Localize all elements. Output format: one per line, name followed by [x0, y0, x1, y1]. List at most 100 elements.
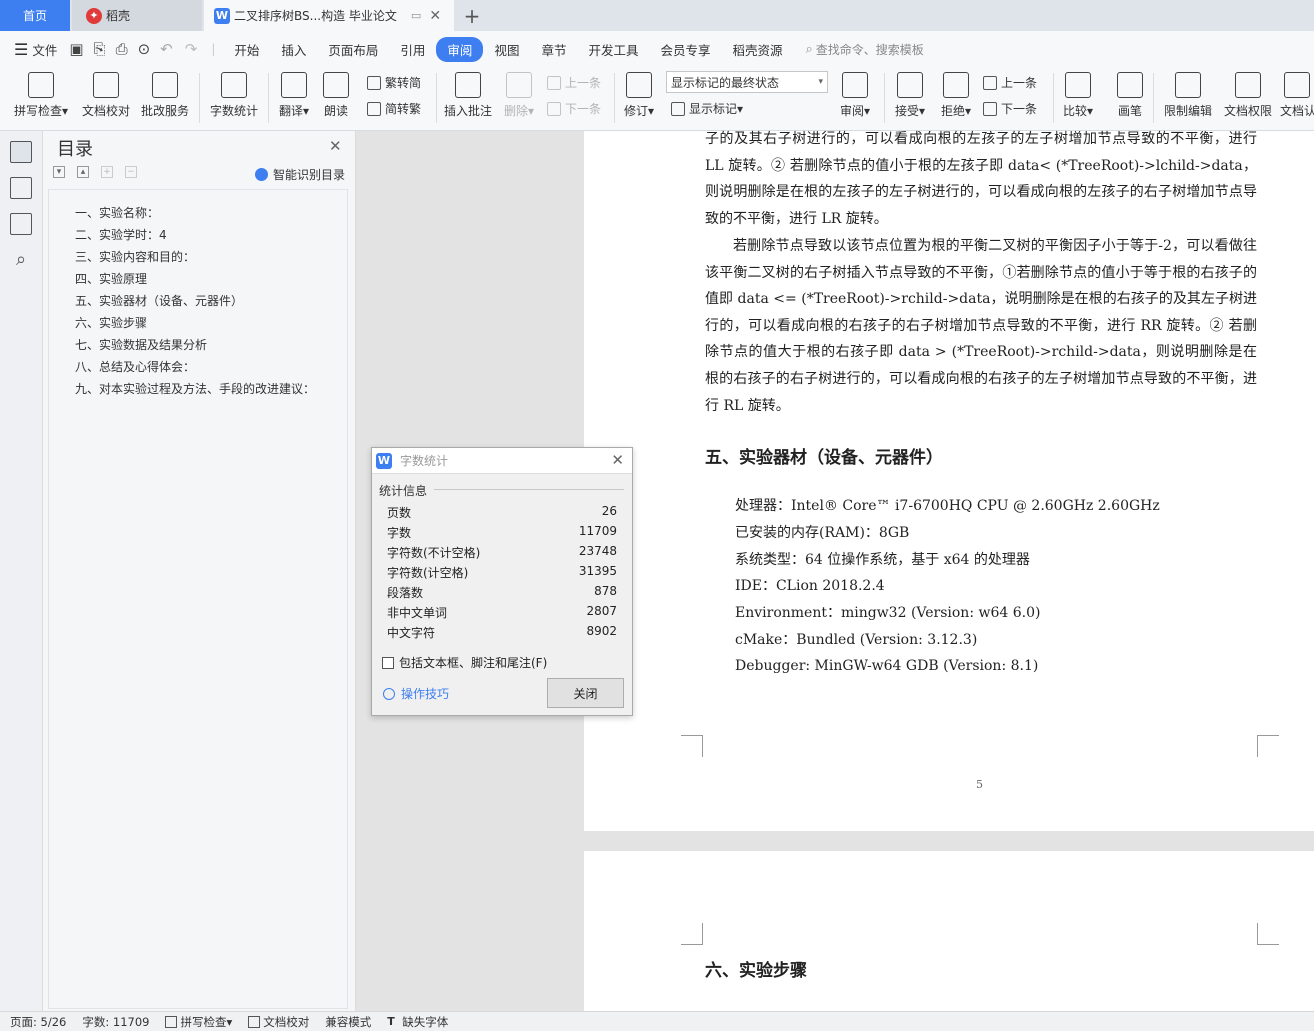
toc-item[interactable]: 三、实验内容和目的：	[49, 246, 347, 268]
tab-home[interactable]: 首页	[0, 0, 70, 31]
missing-font-label: 缺失字体	[402, 1014, 449, 1029]
menu-developer[interactable]: 开发工具	[577, 37, 649, 62]
spec-line[interactable]: 处理器：Intel® Core™ i7-6700HQ CPU @ 2.60GHz…	[735, 496, 1160, 516]
close-icon[interactable]: ✕	[429, 8, 441, 24]
next-comment-icon	[547, 101, 561, 116]
collapse-icon[interactable]: ▾	[53, 166, 65, 178]
toc-item[interactable]: 四、实验原理	[49, 268, 347, 290]
section-heading[interactable]: 五、实验器材（设备、元器件）	[705, 443, 943, 468]
menu-bar: ☰ 文件 ▣ ⎘ ⎙ ⊙ ↶ ↷ | 开始 插入 页面布局 引用 审阅 视图 章…	[0, 31, 1314, 67]
body-paragraph[interactable]: 子的及其右子树进行的，可以看成向根的左孩子的左子树增加节点导致的不平衡，进行 L…	[705, 126, 1257, 232]
tips-link[interactable]: 操作技巧	[383, 685, 449, 702]
new-tab-button[interactable]: +	[462, 4, 482, 28]
menu-layout[interactable]: 页面布局	[317, 37, 389, 62]
accept-button[interactable]: 接受▾	[890, 69, 930, 119]
spec-line[interactable]: 已安装的内存(RAM)：8GB	[735, 523, 909, 543]
spec-line[interactable]: Environment：mingw32 (Version: w64 6.0)	[735, 603, 1040, 623]
toc-item[interactable]: 八、总结及心得体会：	[49, 356, 347, 378]
review-pane-button[interactable]: 审阅▾	[836, 69, 874, 119]
redo-icon[interactable]: ↷	[185, 40, 198, 58]
toc-item[interactable]: 二、实验学时：4	[49, 224, 347, 246]
stat-value: 26	[601, 504, 617, 518]
missing-font-status[interactable]: T 缺失字体	[387, 1014, 448, 1030]
section-heading[interactable]: 六、实验步骤	[705, 956, 807, 981]
page-corner-mark	[681, 735, 703, 757]
next-change-button[interactable]: 下一条	[983, 100, 1037, 117]
close-icon[interactable]: ✕	[611, 451, 624, 469]
body-paragraph[interactable]: 若删除节点导致以该节点位置为根的平衡二叉树的平衡因子小于等于-2，可以看做往该平…	[705, 233, 1257, 419]
restrict-editing-button[interactable]: 限制编辑	[1160, 69, 1216, 119]
menu-view[interactable]: 视图	[483, 37, 530, 62]
proofread-button[interactable]: 文档校对	[80, 69, 132, 119]
menu-review[interactable]: 审阅	[436, 36, 484, 62]
revise-service-button[interactable]: 批改服务	[138, 69, 192, 119]
dialog-titlebar[interactable]: W 字数统计 ✕	[372, 448, 632, 474]
tab-document[interactable]: W 二叉排序树BS...构造 毕业论文 ▭ ✕	[204, 0, 454, 31]
markup-state-select[interactable]: 显示标记的最终状态 ▾	[666, 71, 828, 93]
preview-icon[interactable]: ⊙	[138, 40, 151, 58]
undo-icon[interactable]: ↶	[160, 40, 173, 58]
spec-line[interactable]: 系统类型：64 位操作系统，基于 x64 的处理器	[735, 550, 1030, 570]
trad-to-simp-button[interactable]: 繁转简	[367, 74, 421, 91]
outline-icon[interactable]	[10, 177, 32, 199]
spell-check-status[interactable]: 拼写检查 ▾	[165, 1014, 232, 1030]
document-permission-button[interactable]: 文档权限	[1220, 69, 1276, 119]
wps-writer-icon: W	[376, 452, 392, 469]
toc-icon[interactable]	[10, 141, 32, 163]
search-icon[interactable]: ⌕	[10, 249, 32, 271]
translate-button[interactable]: 翻译▾	[276, 69, 312, 119]
tab-daoke[interactable]: ✦ 稻壳	[72, 0, 202, 31]
spell-check-button[interactable]: 拼写检查▾	[10, 69, 72, 119]
print-icon[interactable]: ⎙	[116, 40, 128, 58]
page-indicator[interactable]: 页面: 5/26	[10, 1014, 66, 1030]
prev-change-button[interactable]: 上一条	[983, 74, 1037, 91]
spec-line[interactable]: IDE：CLion 2018.2.4	[735, 576, 885, 596]
word-count-indicator[interactable]: 字数: 11709	[82, 1014, 149, 1030]
menu-insert[interactable]: 插入	[270, 37, 317, 62]
compare-button[interactable]: 比较▾	[1058, 69, 1098, 119]
menu-start[interactable]: 开始	[223, 37, 270, 62]
bookmark-icon[interactable]	[10, 213, 32, 235]
close-button[interactable]: 关闭	[547, 678, 624, 708]
checkbox-box[interactable]	[382, 656, 394, 669]
include-textbox-checkbox[interactable]: 包括文本框、脚注和尾注(F)	[382, 654, 547, 671]
close-icon[interactable]: ✕	[329, 137, 342, 155]
spec-line[interactable]: Debugger: MinGW-w64 GDB (Version: 8.1)	[735, 656, 1038, 676]
toc-item[interactable]: 七、实验数据及结果分析	[49, 334, 347, 356]
menu-daoke-resources[interactable]: 稻壳资源	[722, 37, 794, 62]
menu-member[interactable]: 会员专享	[649, 37, 721, 62]
save-icon[interactable]: ▣	[69, 40, 83, 58]
ink-button[interactable]: 画笔	[1110, 69, 1150, 119]
spec-line[interactable]: cMake：Bundled (Version: 3.12.3)	[735, 630, 977, 650]
menu-sections[interactable]: 章节	[530, 37, 577, 62]
file-menu[interactable]: 文件	[32, 40, 57, 59]
expand-icon[interactable]: ▴	[77, 166, 89, 178]
document-auth-button[interactable]: 文档认	[1280, 69, 1314, 119]
stat-value: 8902	[586, 624, 617, 638]
prev-comment-button[interactable]: 上一条	[547, 74, 601, 91]
toc-list: 一、实验名称： 二、实验学时：4 三、实验内容和目的： 四、实验原理 五、实验器…	[48, 189, 348, 1009]
menu-references[interactable]: 引用	[389, 37, 436, 62]
command-search-input[interactable]: 查找命令、搜索模板	[816, 41, 924, 58]
word-count-button[interactable]: 字数统计	[207, 69, 261, 119]
track-changes-button[interactable]: 修订▾	[620, 69, 658, 119]
read-aloud-button[interactable]: 朗读	[320, 69, 352, 119]
reject-button[interactable]: 拒绝▾	[936, 69, 976, 119]
window-icon[interactable]: ▭	[411, 9, 421, 22]
toc-item[interactable]: 九、对本实验过程及方法、手段的改进建议：	[49, 378, 347, 400]
insert-comment-button[interactable]: 插入批注	[441, 69, 495, 119]
toc-item[interactable]: 六、实验步骤	[49, 312, 347, 334]
add-icon[interactable]: +	[101, 166, 113, 178]
hamburger-icon[interactable]: ☰	[14, 40, 28, 59]
toc-item[interactable]: 一、实验名称：	[49, 202, 347, 224]
next-comment-button[interactable]: 下一条	[547, 100, 601, 117]
export-icon[interactable]: ⎘	[94, 40, 106, 58]
show-markup-button[interactable]: 显示标记 ▾	[671, 100, 743, 117]
spell-check-status-label: 拼写检查	[180, 1014, 227, 1029]
smart-toc-button[interactable]: 智能识别目录	[255, 166, 345, 183]
simp-to-trad-button[interactable]: 简转繁	[367, 100, 421, 117]
toc-item[interactable]: 五、实验器材（设备、元器件）	[49, 290, 347, 312]
proofread-status[interactable]: 文档校对	[248, 1014, 309, 1030]
remove-icon[interactable]: −	[125, 166, 137, 178]
delete-comment-button[interactable]: 删除▾	[500, 69, 538, 119]
